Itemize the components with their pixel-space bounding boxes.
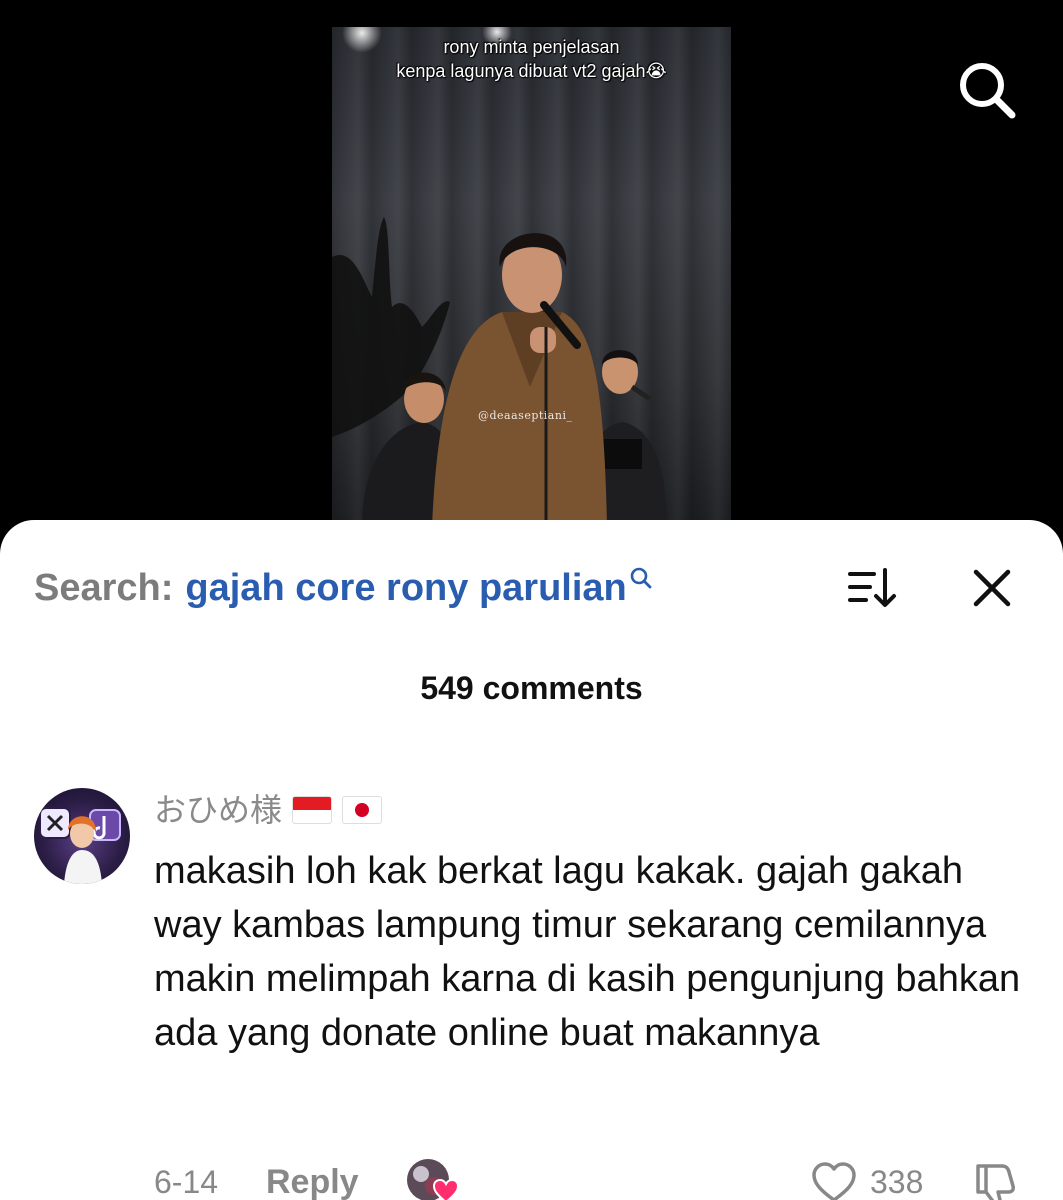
caption-line-2: kenpa lagunya dibuat vt2 gajah😭	[396, 61, 667, 81]
username-text: おひめ様	[154, 792, 283, 828]
like-count: 338	[870, 1164, 924, 1200]
japan-flag-icon	[342, 796, 383, 824]
comments-sheet: Search: gajah core rony parulian 549 com…	[0, 520, 1063, 1200]
indonesia-flag-icon	[292, 796, 333, 824]
video-player[interactable]: rony minta penjelasan kenpa lagunya dibu…	[0, 0, 1063, 560]
search-suggestion[interactable]: Search: gajah core rony parulian	[34, 564, 653, 614]
query-search-icon	[630, 567, 652, 589]
comment-date: 6-14	[154, 1164, 219, 1200]
concert-scene	[332, 217, 667, 527]
search-query-link[interactable]: gajah core rony parulian	[185, 564, 626, 612]
comment-username[interactable]: おひめ様	[154, 788, 383, 832]
avatar[interactable]	[34, 788, 130, 884]
caption-line-1: rony minta penjelasan	[443, 37, 620, 57]
comments-count: 549 comments	[420, 670, 643, 706]
avatar-artwork	[39, 807, 121, 884]
comment-text: makasih loh kak berkat lagu kakak. gajah…	[154, 850, 1021, 1054]
dislike-icon[interactable]	[972, 1160, 1020, 1200]
video-caption: rony minta penjelasan kenpa lagunya dibu…	[332, 35, 731, 83]
heart-icon[interactable]	[810, 1160, 858, 1200]
reply-button[interactable]: Reply	[266, 1160, 359, 1200]
close-icon[interactable]	[970, 566, 1014, 610]
creator-liked-heart-icon	[407, 1159, 460, 1200]
comment-actions: 6-14 Reply 338	[154, 1159, 1024, 1200]
sort-icon[interactable]	[846, 566, 898, 610]
search-prefix-label: Search:	[34, 567, 174, 609]
search-icon[interactable]	[955, 58, 1019, 122]
video-frame[interactable]: rony minta penjelasan kenpa lagunya dibu…	[332, 27, 731, 527]
video-watermark: @deaaseptiani_	[478, 409, 573, 422]
